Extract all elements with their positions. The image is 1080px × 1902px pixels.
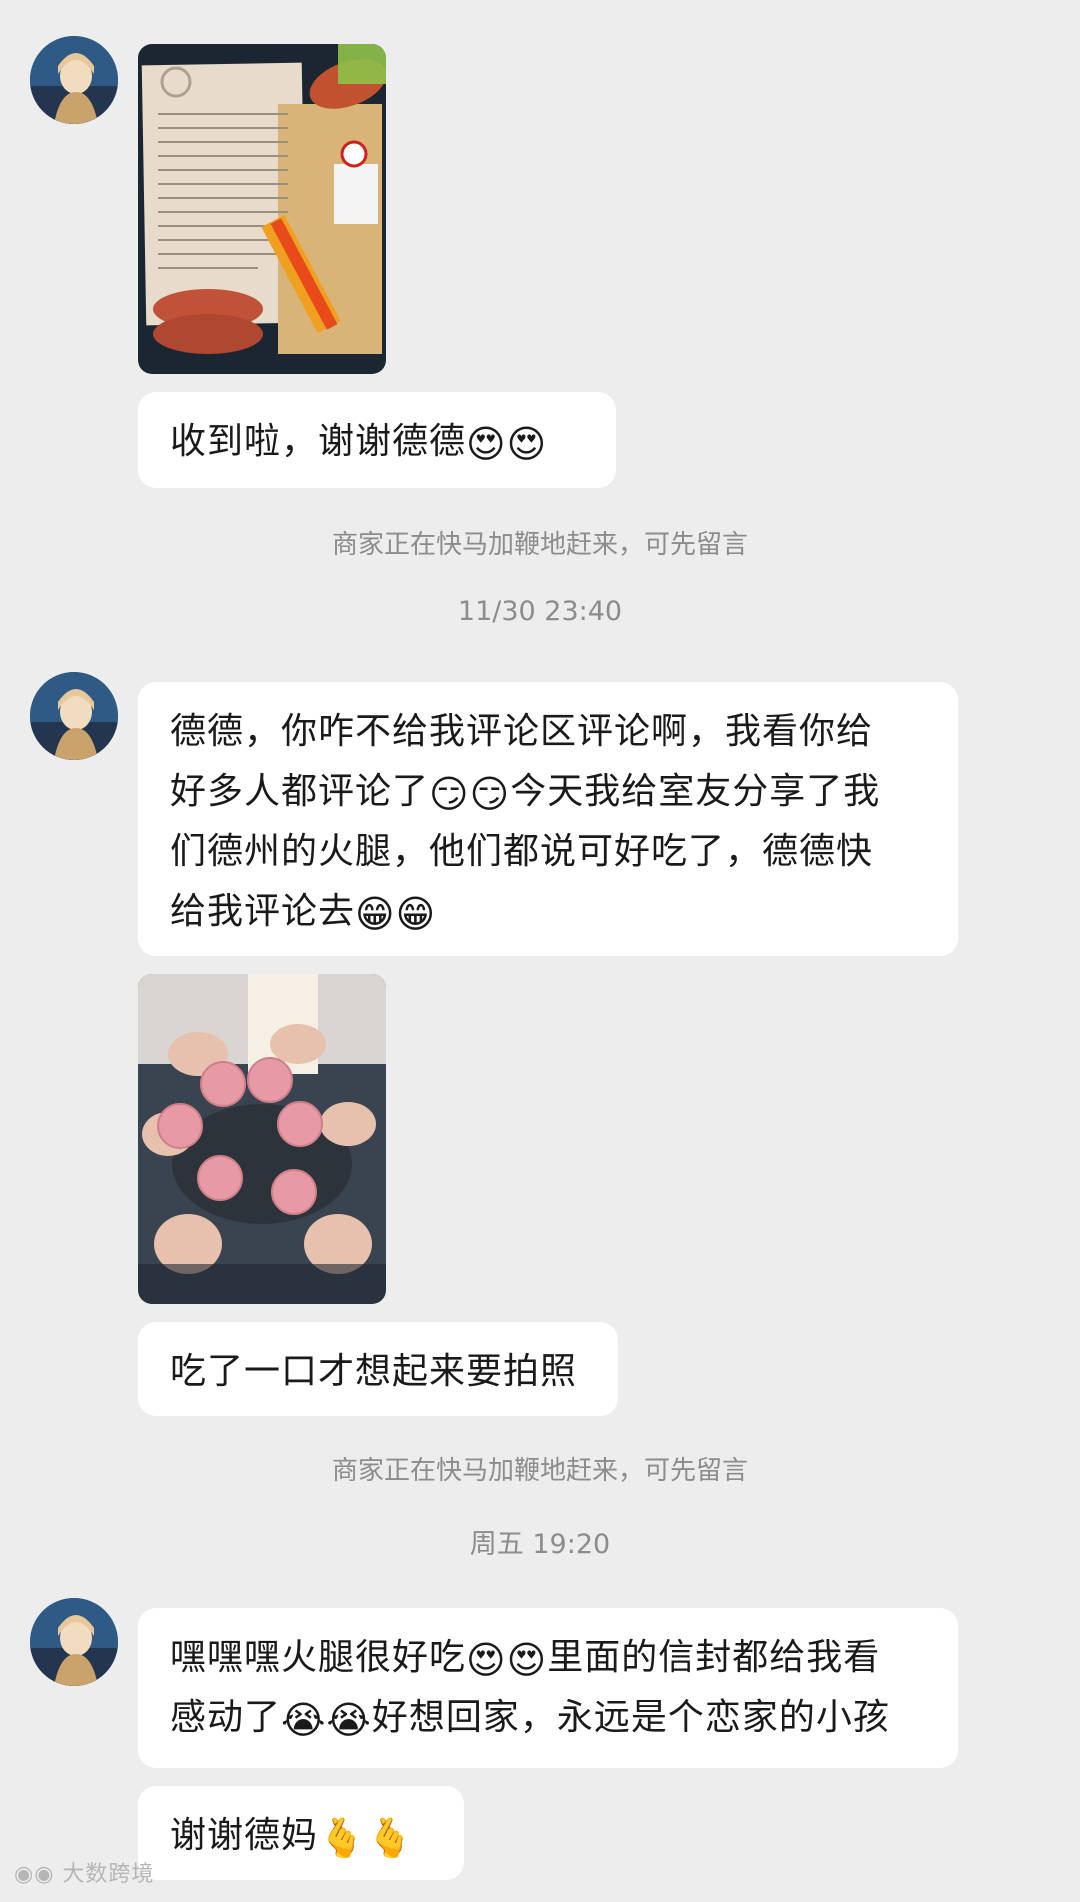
message-text: 收到啦，谢谢德德 (170, 421, 467, 462)
heart-eyes-kiss-emoji-icon: 😍 (466, 1638, 507, 1682)
avatar-image (30, 1598, 118, 1686)
grin-emoji-icon: 😁 (395, 892, 437, 936)
message-text: 嘿嘿嘿火腿很好吃 (170, 1637, 467, 1678)
message-text: 感动了 (170, 1697, 282, 1738)
message-text: 谢谢德妈 (170, 1815, 319, 1856)
smug-emoji-icon: 😏 (429, 772, 470, 816)
message-line: 们德州的火腿，他们都说可好吃了，德德快 (170, 831, 874, 872)
message-line: 嘿嘿嘿火腿很好吃😍😍里面的信封都给我看 (170, 1628, 926, 1688)
ham-toast-image (138, 974, 386, 1304)
letter-ham-image (138, 44, 386, 374)
message-line: 德德，你咋不给我评论区评论啊，我看你给 (170, 711, 874, 752)
merchant-notice: 商家正在快马加鞭地赶来，可先留言 (331, 530, 748, 560)
message-line: 好多人都评论了😏😏今天我给室友分享了我 (170, 762, 926, 822)
message-bubble[interactable]: 德德，你咋不给我评论区评论啊，我看你给 好多人都评论了😏😏今天我给室友分享了我 … (138, 682, 958, 956)
avatar-image (30, 672, 118, 760)
message-text: 好多人都评论了 (170, 771, 430, 812)
crying-emoji-icon: 😭 (326, 1698, 372, 1742)
avatar[interactable] (30, 36, 118, 124)
grin-emoji-icon: 😁 (355, 892, 396, 936)
watermark-logo-icon: ◉◉ (14, 1862, 55, 1887)
avatar[interactable] (30, 1598, 118, 1686)
avatar[interactable] (30, 672, 118, 760)
finger-heart-emoji-icon: 🫰 (318, 1816, 367, 1860)
heart-eyes-kiss-emoji-icon: 😍 (466, 422, 507, 466)
message-text: 今天我给室友分享了我 (510, 771, 881, 812)
message-text: 吃了一口才想起来要拍照 (170, 1351, 578, 1392)
merchant-notice: 商家正在快马加鞭地赶来，可先留言 (331, 1456, 748, 1486)
message-line: 给我评论去😁😁 (170, 882, 926, 942)
avatar-image (30, 36, 118, 124)
heart-eyes-kiss-emoji-icon: 😍 (506, 422, 548, 466)
timestamp: 11/30 23:40 (457, 596, 623, 627)
message-bubble[interactable]: 谢谢德妈🫰🫰 (138, 1786, 464, 1880)
message-text: 好想回家，永远是个恋家的小孩 (371, 1697, 890, 1738)
watermark-text: 大数跨境 (62, 1862, 155, 1887)
message-bubble[interactable]: 吃了一口才想起来要拍照 (138, 1322, 618, 1416)
timestamp: 周五 19:20 (469, 1529, 611, 1560)
message-bubble[interactable]: 嘿嘿嘿火腿很好吃😍😍里面的信封都给我看 感动了😭😭好想回家，永远是个恋家的小孩 (138, 1608, 958, 1768)
message-text: 给我评论去 (170, 891, 356, 932)
message-bubble[interactable]: 收到啦，谢谢德德😍😍 (138, 392, 616, 488)
message-line: 感动了😭😭好想回家，永远是个恋家的小孩 (170, 1688, 926, 1748)
watermark: ◉◉ 大数跨境 (14, 1856, 154, 1888)
message-text: 里面的信封都给我看 (547, 1637, 881, 1678)
photo-friends-eating-ham[interactable] (138, 974, 386, 1304)
photo-letter-and-ham[interactable] (138, 44, 386, 374)
smug-emoji-icon: 😏 (469, 772, 511, 816)
finger-heart-emoji-icon: 🫰 (366, 1816, 415, 1860)
crying-emoji-icon: 😭 (281, 1698, 327, 1742)
heart-eyes-kiss-emoji-icon: 😍 (506, 1638, 548, 1682)
